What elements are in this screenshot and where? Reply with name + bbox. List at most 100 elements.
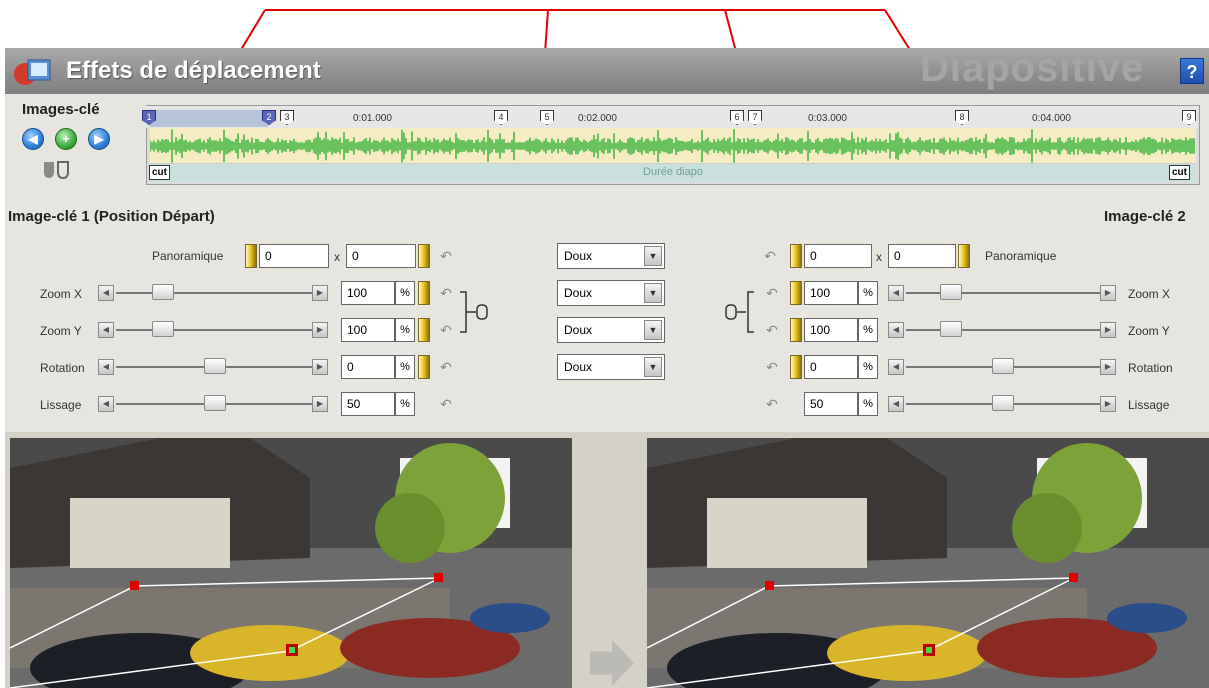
reset-icon[interactable]: ↶ <box>438 359 454 375</box>
rotation-slider-thumb[interactable] <box>204 358 226 374</box>
pan-y-keyframe-toggle[interactable] <box>418 244 430 268</box>
pan-keyframe-toggle[interactable] <box>790 244 802 268</box>
zoom-x-keyframe-toggle[interactable] <box>790 281 802 305</box>
zoom-y-slider-thumb[interactable] <box>152 321 174 337</box>
slider-right-arrow[interactable]: ▶ <box>1100 396 1116 412</box>
zoom-y-label: Zoom Y <box>40 324 82 338</box>
reset-icon[interactable]: ↶ <box>764 322 780 338</box>
magnet-icon[interactable] <box>42 160 72 182</box>
easing-value: Doux <box>564 249 593 263</box>
zoom-x-label: Zoom X <box>40 287 83 301</box>
smoothing-field[interactable]: 50 <box>341 392 395 416</box>
pan-y-field[interactable]: 0 <box>888 244 956 268</box>
percent-unit: % <box>858 318 878 342</box>
percent-unit: % <box>858 355 878 379</box>
reset-icon[interactable]: ↶ <box>762 248 778 264</box>
smoothing-label: Lissage <box>40 398 82 412</box>
rotation-keyframe-toggle[interactable] <box>418 355 430 379</box>
reset-icon[interactable]: ↶ <box>764 396 780 412</box>
slider-right-arrow[interactable]: ▶ <box>312 396 328 412</box>
dropdown-arrow-icon[interactable]: ▼ <box>644 246 662 266</box>
zoom-x-keyframe-toggle[interactable] <box>418 281 430 305</box>
pan-separator: x <box>334 250 340 264</box>
time-label: 0:04.000 <box>1032 113 1071 124</box>
slider-right-arrow[interactable]: ▶ <box>312 322 328 338</box>
easing-select-rotation[interactable]: Doux ▼ <box>557 354 665 380</box>
slider-right-arrow[interactable]: ▶ <box>312 359 328 375</box>
rotation-label: Rotation <box>1128 361 1173 375</box>
link-bracket-icon[interactable] <box>458 286 498 338</box>
app-logo-icon <box>14 59 51 85</box>
reset-icon[interactable]: ↶ <box>438 322 454 338</box>
reset-icon[interactable]: ↶ <box>438 285 454 301</box>
smoothing-field[interactable]: 50 <box>804 392 858 416</box>
smoothing-slider-thumb[interactable] <box>204 395 226 411</box>
start-preview-image[interactable] <box>10 438 572 688</box>
zoom-y-field[interactable]: 100 <box>341 318 395 342</box>
slider-right-arrow[interactable]: ▶ <box>1100 322 1116 338</box>
reset-icon[interactable]: ↶ <box>764 285 780 301</box>
help-button[interactable]: ? <box>1180 58 1204 84</box>
slider-left-arrow[interactable]: ◀ <box>98 285 114 301</box>
rotation-keyframe-toggle[interactable] <box>790 355 802 379</box>
dropdown-arrow-icon[interactable]: ▼ <box>644 320 662 340</box>
zoom-y-track <box>906 329 1100 331</box>
slider-left-arrow[interactable]: ◀ <box>98 359 114 375</box>
easing-value: Doux <box>564 360 593 374</box>
zoom-y-slider-thumb[interactable] <box>940 321 962 337</box>
reset-icon[interactable]: ↶ <box>438 396 454 412</box>
slider-left-arrow[interactable]: ◀ <box>888 322 904 338</box>
rotation-slider-thumb[interactable] <box>992 358 1014 374</box>
pan-label: Panoramique <box>985 249 1057 263</box>
rotation-field[interactable]: 0 <box>341 355 395 379</box>
zoom-x-field[interactable]: 100 <box>341 281 395 305</box>
slider-right-arrow[interactable]: ▶ <box>1100 285 1116 301</box>
easing-select-pan[interactable]: Doux ▼ <box>557 243 665 269</box>
end-preview-image[interactable] <box>647 438 1209 688</box>
keyframes-label: Images-clé <box>22 101 100 118</box>
pan-x-field[interactable]: 0 <box>804 244 872 268</box>
pan-x-field[interactable]: 0 <box>259 244 329 268</box>
zoom-x-slider-thumb[interactable] <box>940 284 962 300</box>
rotation-field[interactable]: 0 <box>804 355 858 379</box>
slider-right-arrow[interactable]: ▶ <box>312 285 328 301</box>
zoom-x-track <box>116 292 312 294</box>
percent-unit: % <box>395 281 415 305</box>
smoothing-slider-thumb[interactable] <box>992 395 1014 411</box>
time-label: 0:01.000 <box>353 113 392 124</box>
audio-waveform <box>150 129 1195 163</box>
zoom-x-field[interactable]: 100 <box>804 281 858 305</box>
slider-right-arrow[interactable]: ▶ <box>1100 359 1116 375</box>
zoom-x-track <box>906 292 1100 294</box>
pan-keyframe-toggle[interactable] <box>245 244 257 268</box>
reset-icon[interactable]: ↶ <box>438 248 454 264</box>
easing-select-zoom-y[interactable]: Doux ▼ <box>557 317 665 343</box>
reset-icon[interactable]: ↶ <box>764 359 780 375</box>
percent-unit: % <box>395 392 415 416</box>
timeline-selection <box>150 110 268 127</box>
pan-y-keyframe-toggle[interactable] <box>958 244 970 268</box>
pan-y-field[interactable]: 0 <box>346 244 416 268</box>
prev-keyframe-button[interactable]: ◀ <box>22 128 44 150</box>
dropdown-arrow-icon[interactable]: ▼ <box>644 357 662 377</box>
easing-value: Doux <box>564 323 593 337</box>
slider-left-arrow[interactable]: ◀ <box>98 396 114 412</box>
pan-label: Panoramique <box>152 249 224 263</box>
easing-select-zoom-x[interactable]: Doux ▼ <box>557 280 665 306</box>
zoom-y-keyframe-toggle[interactable] <box>418 318 430 342</box>
window-title: Effets de déplacement <box>66 57 321 84</box>
slider-left-arrow[interactable]: ◀ <box>888 396 904 412</box>
zoom-x-slider-thumb[interactable] <box>152 284 174 300</box>
add-keyframe-button[interactable]: + <box>55 128 77 150</box>
zoom-y-keyframe-toggle[interactable] <box>790 318 802 342</box>
next-keyframe-button[interactable]: ▶ <box>88 128 110 150</box>
cut-right-marker[interactable]: cut <box>1169 165 1190 180</box>
easing-value: Doux <box>564 286 593 300</box>
slider-left-arrow[interactable]: ◀ <box>98 322 114 338</box>
zoom-y-field[interactable]: 100 <box>804 318 858 342</box>
cut-left-marker[interactable]: cut <box>149 165 170 180</box>
dropdown-arrow-icon[interactable]: ▼ <box>644 283 662 303</box>
link-bracket-icon[interactable] <box>722 286 756 338</box>
slider-left-arrow[interactable]: ◀ <box>888 359 904 375</box>
slider-left-arrow[interactable]: ◀ <box>888 285 904 301</box>
